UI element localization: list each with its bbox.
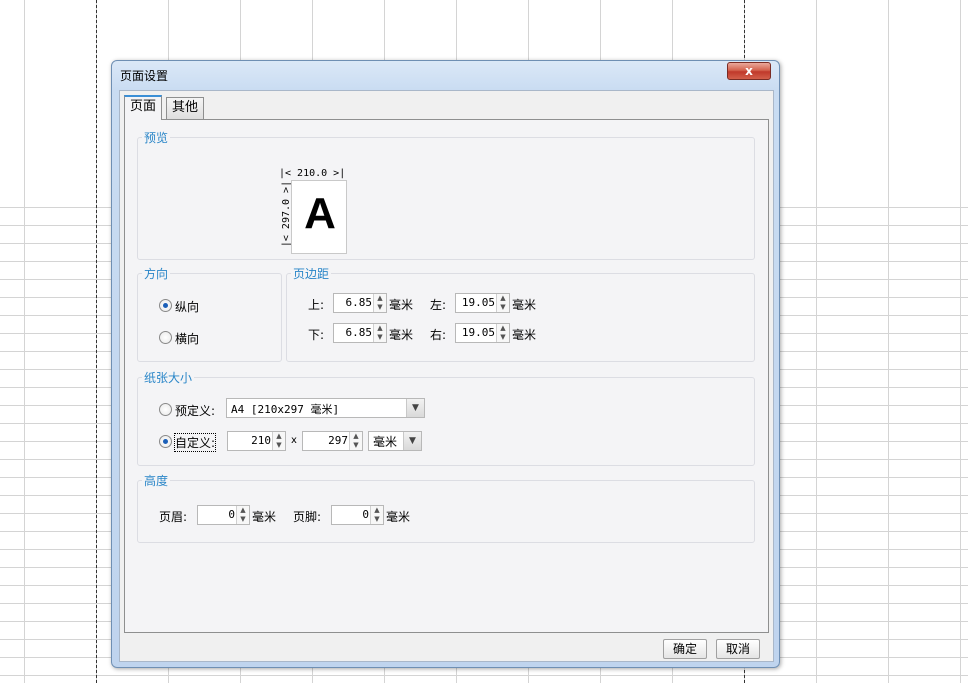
chevron-down-icon[interactable]: ▼ [373,515,381,523]
page-setup-dialog: 页面设置 x 页面 其他 预览 |< 210.0 >| |< 297.0 >| … [111,60,780,668]
margin-left-unit: 毫米 [512,298,537,312]
tab-panel-page: 预览 |< 210.0 >| |< 297.0 >| A 方向 纵向 横向 页边… [124,119,769,633]
margin-bottom-stepper[interactable]: 6.85 ▲ ▼ [333,323,387,343]
header-height-spin-buttons[interactable]: ▲ ▼ [236,506,249,524]
paper-size-group: 纸张大小 预定义: A4 [210x297 毫米] ▼ 自定义: 210 ▲ ▼… [137,369,755,466]
margin-left-spin-buttons[interactable]: ▲ ▼ [496,294,509,312]
footer-height-stepper[interactable]: 0 ▲ ▼ [331,505,384,525]
close-icon: x [745,64,753,78]
preview-legend: 预览 [142,129,171,146]
chevron-up-icon[interactable]: ▲ [499,324,507,332]
height-group: 高度 页眉: 0 ▲ ▼ 毫米 页脚: 0 ▲ ▼ 毫米 [137,472,755,543]
margin-right-unit: 毫米 [512,328,537,342]
margin-left-stepper[interactable]: 19.05 ▲ ▼ [455,293,510,313]
landscape-radio[interactable] [159,331,172,344]
chevron-down-icon[interactable]: ▼ [352,441,360,449]
margin-top-stepper[interactable]: 6.85 ▲ ▼ [333,293,387,313]
tab-other[interactable]: 其他 [166,97,205,119]
margin-top-label: 上: [308,298,325,312]
margin-left-label: 左: [430,298,447,312]
margin-bottom-unit: 毫米 [389,328,414,342]
chevron-up-icon[interactable]: ▲ [376,324,384,332]
margin-top-spin-buttons[interactable]: ▲ ▼ [373,294,386,312]
height-legend: 高度 [142,472,171,489]
chevron-down-icon[interactable]: ▼ [376,303,384,311]
dialog-titlebar[interactable]: 页面设置 x [112,61,779,89]
footer-height-label: 页脚: [293,510,322,524]
custom-height-value: 297 [328,434,348,447]
header-height-value: 0 [228,508,235,521]
header-height-stepper[interactable]: 0 ▲ ▼ [197,505,250,525]
predefined-select-value: A4 [210x297 毫米] [231,403,340,416]
custom-height-spin-buttons[interactable]: ▲ ▼ [349,432,362,450]
portrait-radio[interactable] [159,299,172,312]
custom-radio[interactable] [159,435,172,448]
chevron-down-icon[interactable]: ▼ [403,432,421,450]
footer-height-spin-buttons[interactable]: ▲ ▼ [370,506,383,524]
orientation-group: 方向 纵向 横向 [137,265,282,362]
custom-width-value: 210 [251,434,271,447]
header-height-unit: 毫米 [252,510,277,524]
preview-group: 预览 |< 210.0 >| |< 297.0 >| A [137,129,755,260]
chevron-up-icon[interactable]: ▲ [352,432,360,440]
predefined-select[interactable]: A4 [210x297 毫米] ▼ [226,398,425,418]
margin-bottom-value: 6.85 [345,326,373,339]
margin-top-value: 6.85 [345,296,373,309]
paper-preview-letter: A [304,189,336,238]
margin-top-unit: 毫米 [389,298,414,312]
chevron-down-icon[interactable]: ▼ [499,333,507,341]
orientation-legend: 方向 [142,265,171,282]
custom-size-times: x [291,435,297,446]
margin-bottom-spin-buttons[interactable]: ▲ ▼ [373,324,386,342]
margin-bottom-label: 下: [308,328,325,342]
custom-label[interactable]: 自定义: [173,433,217,452]
ok-button[interactable]: 确定 [663,639,707,659]
chevron-up-icon[interactable]: ▲ [275,432,283,440]
paper-preview: A [291,180,347,254]
chevron-down-icon[interactable]: ▼ [376,333,384,341]
custom-width-stepper[interactable]: 210 ▲ ▼ [227,431,286,451]
margin-right-value: 19.05 [461,326,495,339]
chevron-down-icon[interactable]: ▼ [499,303,507,311]
custom-width-spin-buttons[interactable]: ▲ ▼ [272,432,285,450]
unit-select[interactable]: 毫米 ▼ [368,431,422,451]
tab-page[interactable]: 页面 [124,95,163,120]
predefined-label[interactable]: 预定义: [175,402,215,419]
cancel-button[interactable]: 取消 [716,639,760,659]
margins-legend: 页边距 [291,265,332,282]
chevron-down-icon[interactable]: ▼ [239,515,247,523]
chevron-up-icon[interactable]: ▲ [373,506,381,514]
margin-right-spin-buttons[interactable]: ▲ ▼ [496,324,509,342]
margin-right-stepper[interactable]: 19.05 ▲ ▼ [455,323,510,343]
margin-right-label: 右: [430,328,447,342]
footer-height-unit: 毫米 [386,510,411,524]
landscape-label[interactable]: 横向 [175,330,199,347]
margins-group: 页边距 上: 6.85 ▲ ▼ 毫米 左: 19.05 ▲ ▼ 毫米 下: 6.… [286,265,755,362]
paper-size-legend: 纸张大小 [142,369,195,386]
portrait-label[interactable]: 纵向 [175,298,199,315]
chevron-down-icon[interactable]: ▼ [275,441,283,449]
dialog-client: 页面 其他 预览 |< 210.0 >| |< 297.0 >| A 方向 纵向… [119,90,774,662]
margin-left-value: 19.05 [461,296,495,309]
chevron-up-icon[interactable]: ▲ [239,506,247,514]
close-button[interactable]: x [727,62,771,80]
footer-height-value: 0 [362,508,369,521]
unit-select-value: 毫米 [373,435,398,449]
header-height-label: 页眉: [159,510,188,524]
chevron-up-icon[interactable]: ▲ [376,294,384,302]
chevron-down-icon[interactable]: ▼ [406,399,424,417]
page-break-line-left [96,0,97,683]
predefined-radio[interactable] [159,403,172,416]
chevron-up-icon[interactable]: ▲ [499,294,507,302]
dialog-title: 页面设置 [120,69,169,83]
custom-height-stepper[interactable]: 297 ▲ ▼ [302,431,363,451]
